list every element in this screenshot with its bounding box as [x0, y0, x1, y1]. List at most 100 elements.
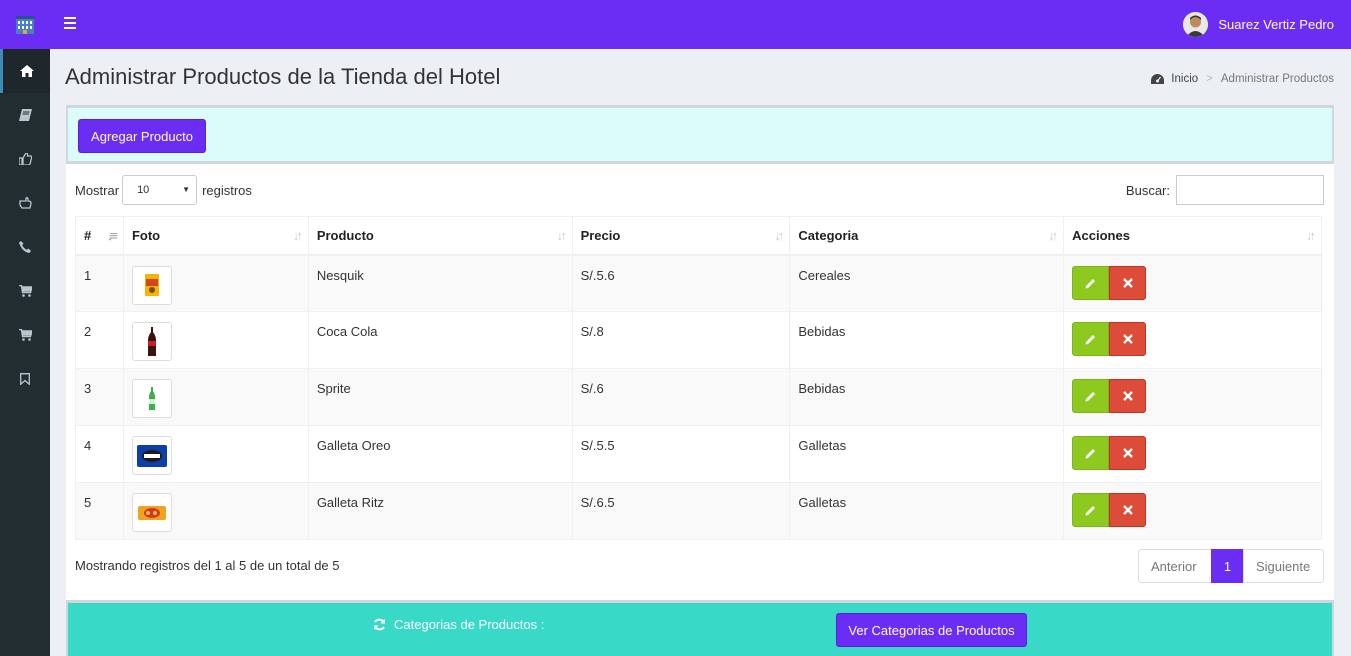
column-header-product[interactable]: Producto ↓↑: [307, 216, 573, 256]
column-header-actions[interactable]: Acciones ↓↑: [1063, 216, 1322, 256]
cell-id: 3: [75, 368, 124, 426]
column-header-number[interactable]: # ↓≡: [75, 216, 124, 256]
user-menu[interactable]: Suarez Vertiz Pedro: [1183, 12, 1334, 37]
edit-button[interactable]: [1072, 493, 1110, 527]
table-header-row: # ↓≡ Foto ↓↑ Producto ↓↑ Precio ↓↑ Categoria…: [75, 216, 1322, 256]
product-photo-nesquik[interactable]: [131, 265, 172, 305]
edit-button[interactable]: [1072, 265, 1110, 300]
sidebar-item-thumbs-up[interactable]: [0, 137, 50, 181]
pencil-icon: [1085, 506, 1095, 516]
home-icon: [19, 65, 34, 77]
cell-product: Nesquik: [307, 254, 573, 312]
cell-product: Sprite: [307, 368, 573, 426]
edit-button[interactable]: [1072, 379, 1110, 413]
cell-category: Bebidas: [789, 368, 1065, 426]
breadcrumb-home-link[interactable]: Inicio: [1151, 73, 1198, 85]
table-row: 3 Sprite S/.6 Bebidas: [75, 368, 1322, 426]
pencil-icon: [1085, 278, 1095, 288]
pencil-icon: [1085, 335, 1095, 345]
close-icon: [1122, 277, 1133, 288]
hand-pointing-icon: [18, 197, 32, 209]
user-name: Suarez Vertiz Pedro: [1218, 17, 1334, 32]
delete-button[interactable]: [1109, 322, 1147, 356]
column-header-photo[interactable]: Foto ↓↑: [122, 216, 309, 256]
table-row: 5 Galleta Ritz S/.6.5 Galletas: [75, 482, 1322, 540]
avatar: [1183, 12, 1209, 37]
delete-button[interactable]: [1109, 436, 1147, 470]
sidebar-toggle-icon[interactable]: [64, 17, 77, 29]
search-label: Buscar:: [1125, 182, 1170, 198]
top-navbar: Suarez Vertiz Pedro: [0, 0, 1351, 49]
column-header-price[interactable]: Precio ↓↑: [571, 216, 791, 256]
cell-id: 1: [75, 254, 124, 312]
product-photo-oreo[interactable]: [131, 436, 172, 475]
edit-button[interactable]: [1072, 322, 1110, 356]
row-actions: [1072, 436, 1313, 470]
pagination-next[interactable]: Siguiente: [1243, 549, 1324, 583]
cell-category: Galletas: [789, 482, 1065, 540]
search-input[interactable]: [1176, 175, 1324, 205]
book-icon: [18, 109, 32, 121]
products-panel: Mostrar 10 registros Buscar: #↓≡ Foto↓↑ …: [66, 164, 1334, 600]
search-control: Buscar:: [1126, 175, 1324, 205]
cell-id: 4: [75, 425, 124, 483]
product-photo-sprite[interactable]: [131, 379, 172, 418]
cell-id: 2: [75, 311, 124, 369]
product-photo-coca-cola[interactable]: [131, 322, 172, 361]
cell-product: Galleta Ritz: [307, 482, 573, 540]
close-icon: [1122, 448, 1133, 458]
table-row: 1 Nesquik S/.5.6 Cereales: [75, 254, 1322, 312]
refresh-icon: [374, 618, 385, 631]
sidebar-item-book[interactable]: [0, 93, 50, 137]
cell-product: Galleta Oreo: [307, 425, 573, 483]
pagination-page-current[interactable]: 1: [1211, 549, 1244, 583]
edit-button[interactable]: [1072, 436, 1110, 470]
sort-icon: ↓↑: [1048, 228, 1058, 243]
row-actions: [1072, 493, 1313, 527]
products-table: # ↓≡ Foto ↓↑ Producto ↓↑ Precio ↓↑ Categoria…: [75, 216, 1322, 540]
breadcrumb-home: Inicio: [1171, 73, 1199, 85]
sidebar: [0, 49, 50, 656]
close-icon: [1122, 334, 1133, 344]
sidebar-item-orders[interactable]: [0, 313, 50, 357]
dashboard-icon: [1151, 73, 1165, 84]
records-label: registros: [202, 182, 252, 198]
cell-category: Cereales: [789, 254, 1065, 312]
page-length-select[interactable]: 10: [122, 175, 198, 205]
sidebar-item-phone[interactable]: [0, 225, 50, 269]
view-categories-button[interactable]: Ver Categorias de Productos: [836, 613, 1027, 647]
close-icon: [1122, 505, 1133, 515]
breadcrumb: Inicio > Administrar Productos: [1151, 73, 1334, 85]
sort-icon: ↓↑: [774, 228, 784, 243]
sidebar-item-store[interactable]: [0, 269, 50, 313]
hotel-logo[interactable]: [0, 0, 50, 49]
cell-id: 5: [75, 482, 124, 540]
hotel-logo-icon: [16, 15, 34, 34]
cell-product: Coca Cola: [307, 311, 573, 369]
categories-heading: Categorias de Productos :: [373, 617, 544, 632]
sort-asc-icon: ↓≡: [106, 228, 118, 243]
product-photo-ritz[interactable]: [131, 493, 172, 532]
delete-button[interactable]: [1109, 265, 1147, 300]
cart-icon: [18, 285, 32, 297]
sidebar-item-hand[interactable]: [0, 181, 50, 225]
row-actions: [1072, 379, 1313, 413]
sidebar-item-bookmark[interactable]: [0, 357, 50, 401]
categories-label: Categorias de Productos :: [394, 617, 545, 632]
row-actions: [1072, 322, 1313, 356]
add-product-button[interactable]: Agregar Producto: [78, 119, 206, 153]
pagination-previous[interactable]: Anterior: [1138, 549, 1212, 583]
pagination: Anterior 1 Siguiente: [1138, 549, 1324, 583]
cell-category: Bebidas: [789, 311, 1065, 369]
sidebar-item-home[interactable]: [0, 49, 50, 93]
column-header-category[interactable]: Categoria ↓↑: [789, 216, 1065, 256]
delete-button[interactable]: [1109, 493, 1147, 527]
sort-icon: ↓↑: [556, 228, 567, 243]
delete-button[interactable]: [1109, 379, 1147, 413]
show-label: Mostrar: [75, 182, 120, 198]
table-row: 4 Galleta Oreo S/.5.5 Galletas: [75, 425, 1322, 483]
page-length-control: Mostrar 10 registros: [75, 175, 252, 205]
sort-icon: ↓↑: [1306, 228, 1316, 243]
pencil-icon: [1085, 392, 1095, 402]
cell-price: S/.5.6: [571, 254, 791, 312]
